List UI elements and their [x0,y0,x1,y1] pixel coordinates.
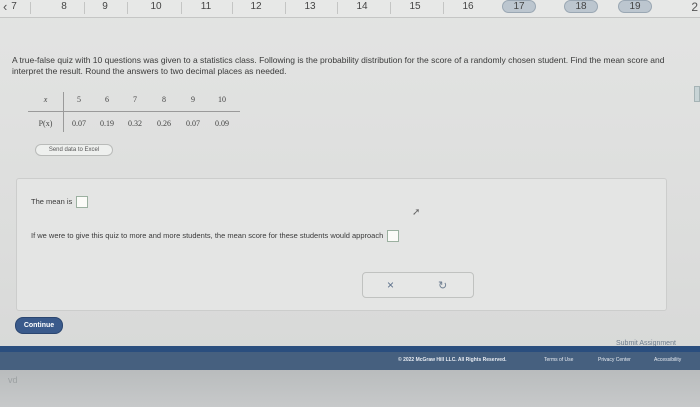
probability-value: 0.26 [157,119,171,128]
question-number-18[interactable]: 18 [564,0,598,13]
probability-header: P(x) [28,112,64,132]
question-number-11[interactable]: 11 [186,0,226,16]
question-number-19[interactable]: 19 [618,0,652,13]
clear-answer-icon[interactable]: × [387,278,394,292]
approach-answer-input[interactable] [387,230,400,243]
terms-link[interactable]: Terms of Use [544,355,573,365]
question-number-16[interactable]: 16 [448,0,488,16]
question-prompt: A true-false quiz with 10 questions was … [12,55,665,76]
send-to-excel-button[interactable]: Send data to Excel [35,144,113,156]
table-row-x: x 5 6 7 8 9 10 [28,92,240,112]
probability-value: 0.07 [72,119,86,128]
copyright-text: © 2022 McGraw Hill LLC. All Rights Reser… [398,357,507,363]
x-value: 7 [133,95,137,104]
nav-divider [232,2,233,14]
nav-divider [443,2,444,14]
screen-bottom-edge [0,370,700,407]
nav-divider [337,2,338,14]
x-value: 5 [77,95,81,104]
approach-prompt-label: If we were to give this quiz to more and… [31,231,384,240]
x-value: 6 [105,95,109,104]
nav-divider [390,2,391,14]
question-number-13[interactable]: 13 [290,0,330,16]
probability-value: 0.09 [215,119,229,128]
mouse-cursor-icon: ➚ [412,207,421,218]
table-row-probability: P(x) 0.07 0.19 0.32 0.26 0.07 0.09 [28,112,240,132]
corner-text: vd [8,375,18,385]
probability-value: 0.07 [186,119,200,128]
mean-answer-line: The mean is [31,196,89,209]
answer-actions: × ↻ [362,272,474,298]
page-background: ‹ 7 8 9 10 11 12 13 14 15 16 17 18 19 2 … [0,0,700,407]
nav-divider [127,2,128,14]
continue-button[interactable]: Continue [15,317,63,334]
side-panel-tab[interactable] [694,86,700,102]
mean-answer-input[interactable] [76,196,89,209]
x-value: 9 [191,95,195,104]
privacy-link[interactable]: Privacy Center [598,355,631,365]
question-number-14[interactable]: 14 [342,0,382,16]
question-number-17[interactable]: 17 [502,0,536,13]
redo-icon[interactable]: ↻ [438,279,447,292]
x-value: 8 [162,95,166,104]
probability-value: 0.19 [100,119,114,128]
question-number-12[interactable]: 12 [236,0,276,16]
question-number-9[interactable]: 9 [85,0,125,16]
accessibility-link[interactable]: Accessibility [654,355,681,365]
next-questions-icon[interactable]: 2 [691,0,698,14]
approach-answer-line: If we were to give this quiz to more and… [31,230,400,243]
probability-value: 0.32 [128,119,142,128]
x-value: 10 [218,95,226,104]
nav-divider [30,2,31,14]
question-number-8[interactable]: 8 [44,0,84,16]
question-number-7[interactable]: 7 [0,0,28,16]
mean-prompt-label: The mean is [31,197,73,206]
question-nav: ‹ 7 8 9 10 11 12 13 14 15 16 17 18 19 2 [0,0,700,18]
question-number-10[interactable]: 10 [136,0,176,16]
x-header: x [28,92,64,112]
answer-panel [16,178,667,311]
nav-divider [285,2,286,14]
footer-bar [0,352,700,370]
nav-divider [181,2,182,14]
distribution-table: x 5 6 7 8 9 10 P(x) 0.07 0.19 0.32 0.26 … [28,92,240,132]
question-number-15[interactable]: 15 [395,0,435,16]
